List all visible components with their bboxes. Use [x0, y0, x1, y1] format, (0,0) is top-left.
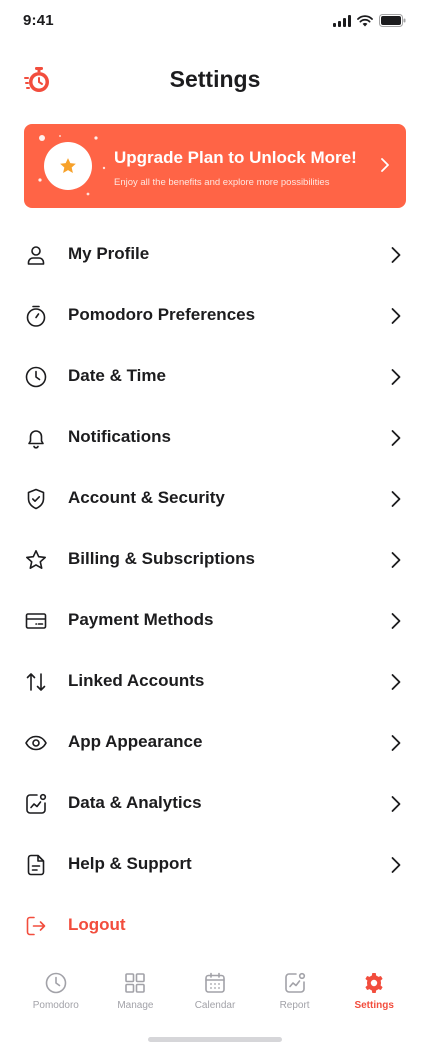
- shield-icon: [27, 488, 45, 510]
- settings-item-payment-methods[interactable]: Payment Methods: [0, 590, 430, 651]
- chevron-right-icon: [391, 308, 401, 324]
- status-bar: 9:41: [0, 0, 430, 44]
- tab-pomodoro[interactable]: Pomodoro: [20, 960, 92, 1020]
- settings-item-label: Billing & Subscriptions: [68, 549, 256, 568]
- settings-item-data-analytics[interactable]: Data & Analytics: [0, 773, 430, 834]
- tab-label: Settings: [354, 1000, 394, 1011]
- battery-icon: [379, 14, 406, 27]
- tab-report[interactable]: Report: [259, 960, 331, 1020]
- page-title: Settings: [169, 66, 261, 92]
- logout-icon: [26, 916, 46, 936]
- header: Settings: [0, 56, 430, 104]
- settings-item-label: Data & Analytics: [68, 793, 202, 812]
- chart-icon: [284, 972, 305, 993]
- settings-item-app-appearance[interactable]: App Appearance: [0, 712, 430, 773]
- arrows-updown-icon: [26, 673, 46, 691]
- tab-bar: Pomodoro Manage Calendar Report Settings: [0, 960, 430, 1020]
- tab-label: Report: [279, 1000, 310, 1011]
- chevron-right-icon: [391, 857, 401, 873]
- tab-calendar[interactable]: Calendar: [179, 960, 251, 1020]
- settings-item-date-time[interactable]: Date & Time: [0, 346, 430, 407]
- chevron-right-icon: [391, 613, 401, 629]
- chevron-right-icon: [391, 247, 401, 263]
- banner-badge: [44, 142, 92, 190]
- logout-label: Logout: [68, 915, 126, 934]
- tab-label: Manage: [117, 1000, 154, 1011]
- settings-list: My Profile Pomodoro Preferences Date & T…: [0, 224, 430, 956]
- timer-icon: [26, 305, 46, 327]
- settings-item-label: Pomodoro Preferences: [68, 305, 256, 324]
- settings-item-notifications[interactable]: Notifications: [0, 407, 430, 468]
- settings-item-label: Account & Security: [68, 488, 225, 507]
- chevron-right-icon: [391, 552, 401, 568]
- home-indicator: [148, 1037, 282, 1042]
- settings-item-label: Date & Time: [68, 366, 166, 385]
- chevron-right-icon: [391, 674, 401, 690]
- chevron-right-icon: [391, 491, 401, 507]
- banner-title: Upgrade Plan to Unlock More!: [114, 148, 357, 167]
- settings-item-pomodoro-preferences[interactable]: Pomodoro Preferences: [0, 285, 430, 346]
- card-icon: [25, 613, 47, 629]
- chevron-right-icon: [391, 796, 401, 812]
- settings-item-label: My Profile: [68, 244, 150, 263]
- settings-item-linked-accounts[interactable]: Linked Accounts: [0, 651, 430, 712]
- settings-item-account-security[interactable]: Account & Security: [0, 468, 430, 529]
- grid-icon: [125, 973, 146, 993]
- settings-item-help-support[interactable]: Help & Support: [0, 834, 430, 895]
- clock-icon: [45, 972, 67, 994]
- chevron-right-icon: [391, 735, 401, 751]
- settings-item-billing-subscriptions[interactable]: Billing & Subscriptions: [0, 529, 430, 590]
- document-icon: [27, 854, 45, 876]
- chevron-right-icon: [391, 369, 401, 385]
- tab-label: Calendar: [194, 1000, 236, 1011]
- signal-icon: [333, 14, 351, 27]
- settings-item-label: Linked Accounts: [68, 671, 205, 690]
- logout-button[interactable]: Logout: [0, 895, 430, 956]
- chart-icon: [26, 793, 47, 814]
- wifi-icon: [357, 14, 373, 26]
- banner-subtitle: Enjoy all the benefits and explore more …: [114, 177, 330, 188]
- chevron-right-icon: [391, 430, 401, 446]
- settings-item-label: App Appearance: [68, 732, 203, 751]
- settings-item-my-profile[interactable]: My Profile: [0, 224, 430, 285]
- eye-icon: [25, 735, 47, 751]
- tab-label: Pomodoro: [32, 1000, 79, 1011]
- star-outline-icon: [26, 550, 46, 569]
- status-time: 9:41: [23, 12, 54, 29]
- star-icon: [60, 158, 76, 173]
- gear-icon: [365, 973, 383, 993]
- settings-item-label: Payment Methods: [68, 610, 214, 629]
- tab-manage[interactable]: Manage: [99, 960, 171, 1020]
- user-icon: [27, 246, 45, 265]
- clock-icon: [25, 366, 47, 388]
- calendar-icon: [205, 972, 225, 993]
- upgrade-banner[interactable]: Upgrade Plan to Unlock More! Enjoy all t…: [24, 124, 406, 208]
- bell-icon: [28, 430, 44, 449]
- status-icons: [333, 14, 406, 27]
- chevron-right-icon: [381, 158, 389, 172]
- settings-item-label: Notifications: [68, 427, 171, 446]
- tab-settings[interactable]: Settings: [338, 960, 410, 1020]
- settings-item-label: Help & Support: [68, 854, 192, 873]
